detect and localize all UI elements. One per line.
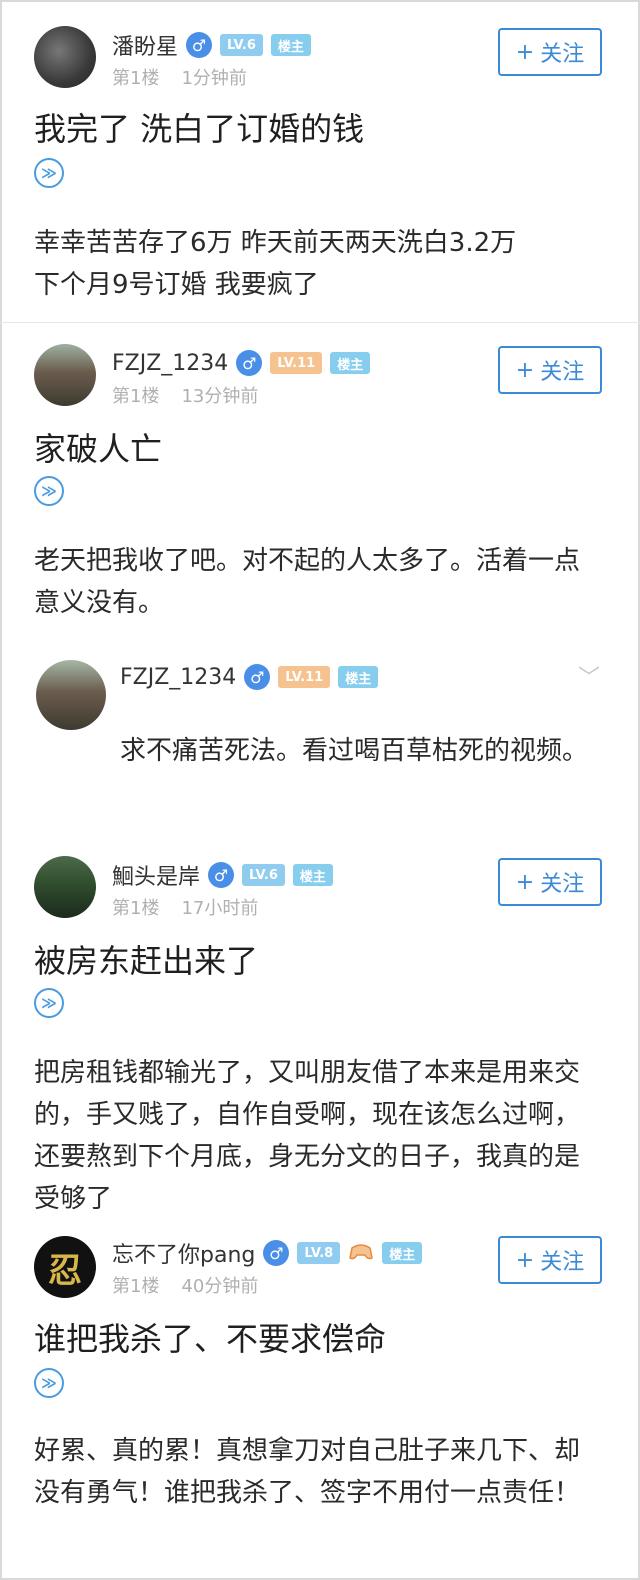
- male-icon: ♂: [236, 350, 263, 376]
- post-body[interactable]: 好累、真的累！真想拿刀对自己肚子来几下、却没有勇气！谁把我杀了、签字不用付一点责…: [34, 1430, 600, 1514]
- level-badge: LV.8: [297, 1242, 341, 1264]
- follow-label: 关注: [540, 872, 585, 897]
- divider: [0, 322, 640, 323]
- post-title[interactable]: 被房东赶出来了: [34, 936, 258, 982]
- timestamp: 1分钟前: [181, 68, 247, 89]
- owner-badge: 楼主: [292, 864, 333, 886]
- avatar[interactable]: [34, 26, 96, 88]
- gamepad-icon: [348, 1240, 374, 1267]
- username[interactable]: FZJZ_1234: [112, 351, 228, 376]
- voice-icon[interactable]: ≫: [34, 988, 64, 1018]
- plus-icon: +: [515, 869, 535, 895]
- timestamp: 13分钟前: [181, 386, 259, 407]
- owner-badge: 楼主: [270, 34, 311, 56]
- post-title[interactable]: 谁把我杀了、不要求偿命: [34, 1314, 386, 1360]
- level-badge: LV.6: [220, 34, 263, 56]
- male-icon: ♂: [208, 862, 235, 888]
- owner-badge: 楼主: [382, 1242, 423, 1264]
- follow-button[interactable]: + 关注: [498, 858, 602, 906]
- avatar-glyph: 忍: [48, 1250, 82, 1291]
- post-body[interactable]: 老天把我收了吧。对不起的人太多了。活着一点意义没有。: [34, 540, 594, 624]
- username[interactable]: FZJZ_1234: [120, 665, 236, 690]
- author-row: 忘不了你pang ♂ LV.8 楼主: [112, 1237, 423, 1269]
- author-row: FZJZ_1234 ♂ LV.11 楼主: [112, 348, 371, 378]
- reply-text[interactable]: 求不痛苦死法。看过喝百草枯死的视频。: [120, 730, 620, 772]
- avatar[interactable]: [36, 660, 106, 730]
- floor-label: 第1楼: [112, 898, 160, 919]
- follow-label: 关注: [540, 360, 585, 385]
- avatar[interactable]: [34, 344, 96, 406]
- post-title[interactable]: 我完了 洗白了订婚的钱: [34, 104, 364, 150]
- owner-badge: 楼主: [330, 352, 371, 374]
- follow-label: 关注: [540, 1250, 585, 1275]
- author-row: FZJZ_1234 ♂ LV.11 楼主: [120, 662, 379, 692]
- post-meta: 第1楼 40分钟前: [112, 1272, 258, 1298]
- owner-badge: 楼主: [338, 666, 379, 688]
- avatar[interactable]: [34, 856, 96, 918]
- voice-icon[interactable]: ≫: [34, 158, 64, 188]
- floor-label: 第1楼: [112, 386, 160, 407]
- level-badge: LV.11: [270, 352, 323, 374]
- post-meta: 第1楼 17小时前: [112, 894, 258, 920]
- male-icon: ♂: [263, 1240, 290, 1266]
- follow-label: 关注: [540, 42, 585, 67]
- username[interactable]: 鮰头是岸: [112, 859, 200, 891]
- post-body[interactable]: 把房租钱都输光了，又叫朋友借了本来是用来交的，手又贱了，自作自受啊，现在该怎么过…: [34, 1052, 600, 1220]
- level-badge: LV.6: [242, 864, 285, 886]
- timestamp: 40分钟前: [181, 1276, 259, 1297]
- floor-label: 第1楼: [112, 1276, 160, 1297]
- follow-button[interactable]: + 关注: [498, 346, 602, 394]
- voice-icon[interactable]: ≫: [34, 476, 64, 506]
- author-row: 鮰头是岸 ♂ LV.6 楼主: [112, 860, 333, 890]
- plus-icon: +: [515, 39, 535, 65]
- level-badge: LV.11: [278, 666, 331, 688]
- timestamp: 17小时前: [181, 898, 259, 919]
- male-icon: ♂: [186, 32, 213, 58]
- follow-button[interactable]: + 关注: [498, 28, 602, 76]
- post-title[interactable]: 家破人亡: [34, 424, 162, 470]
- follow-button[interactable]: + 关注: [498, 1236, 602, 1284]
- floor-label: 第1楼: [112, 68, 160, 89]
- author-row: 潘盼星 ♂ LV.6 楼主: [112, 30, 311, 60]
- plus-icon: +: [515, 1247, 535, 1273]
- post-body[interactable]: 幸幸苦苦存了6万 昨天前天两天洗白3.2万 下个月9号订婚 我要疯了: [34, 222, 614, 306]
- avatar[interactable]: 忍: [34, 1236, 96, 1298]
- voice-icon[interactable]: ≫: [34, 1368, 64, 1398]
- username[interactable]: 忘不了你pang: [112, 1237, 255, 1269]
- post-meta: 第1楼 13分钟前: [112, 382, 258, 408]
- male-icon: ♂: [244, 664, 271, 690]
- username[interactable]: 潘盼星: [112, 29, 178, 61]
- post-meta: 第1楼 1分钟前: [112, 64, 247, 90]
- chevron-down-icon[interactable]: ﹀: [578, 660, 600, 692]
- plus-icon: +: [515, 357, 535, 383]
